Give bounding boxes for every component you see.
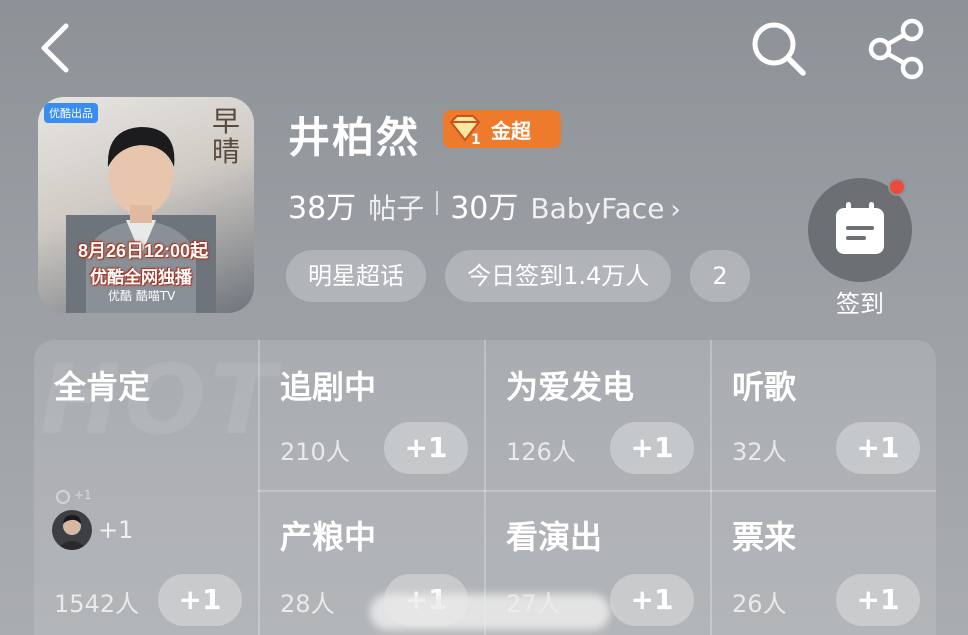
grid-divider bbox=[258, 490, 936, 492]
plus-one-button[interactable]: +1 bbox=[836, 422, 920, 474]
diamond-icon: 1 bbox=[449, 115, 481, 148]
cell-count: 26人 bbox=[732, 590, 787, 618]
cell-count: 126人 bbox=[506, 438, 576, 466]
plus-one-button[interactable]: +1 bbox=[836, 574, 920, 626]
chip-today-checkin[interactable]: 今日签到1.4万人 bbox=[445, 250, 672, 302]
drama-poster[interactable]: 优酷出品 早晴 8月26日12:00起 优酷全网独播 优酷 酷喵TV bbox=[38, 97, 254, 313]
poster-date: 8月26日12:00起 bbox=[78, 241, 209, 261]
poster-tag: 优酷出品 bbox=[44, 103, 98, 123]
chevron-right-icon: › bbox=[670, 195, 681, 225]
cell-title: 为爱发电 bbox=[506, 368, 635, 406]
poster-broadcast: 优酷全网独播 bbox=[90, 268, 192, 287]
plus-one-button[interactable]: +1 bbox=[384, 422, 468, 474]
cell-count: 32人 bbox=[732, 438, 787, 466]
plus-one-button[interactable]: +1 bbox=[610, 574, 694, 626]
checkin-label: 签到 bbox=[836, 290, 884, 318]
grid-divider bbox=[710, 340, 712, 635]
poster-logos: 优酷 酷喵TV bbox=[108, 289, 176, 303]
tiny-circle-icon bbox=[56, 490, 70, 504]
poster-calligraphy: 早晴 bbox=[211, 105, 240, 168]
gold-super-badge[interactable]: 1 金超 bbox=[443, 110, 561, 148]
tiny-plus-label: +1 bbox=[74, 488, 92, 502]
chip-more[interactable]: 2 bbox=[690, 250, 750, 302]
plus-one-button[interactable]: +1 bbox=[610, 422, 694, 474]
stats-row: 38万 帖子 30万 BabyFace › bbox=[288, 183, 681, 226]
back-button[interactable] bbox=[30, 18, 90, 78]
chip-star-super-topic[interactable]: 明星超话 bbox=[286, 250, 426, 302]
grid-divider bbox=[258, 340, 260, 635]
grid-divider bbox=[484, 340, 486, 635]
calendar-icon bbox=[836, 202, 884, 254]
avatar-plus-label: +1 bbox=[98, 516, 134, 544]
cell-title: 追剧中 bbox=[280, 368, 377, 406]
notification-dot bbox=[888, 178, 906, 196]
user-avatar-image bbox=[56, 515, 88, 550]
cell-title: 看演出 bbox=[506, 518, 603, 556]
stats-divider bbox=[436, 191, 439, 215]
cell-title: 产粮中 bbox=[280, 518, 377, 556]
tag-chips: 明星超话 今日签到1.4万人 2 bbox=[286, 250, 786, 302]
featured-plus-button[interactable]: +1 bbox=[158, 574, 242, 626]
share-icon bbox=[868, 18, 924, 80]
search-button[interactable] bbox=[748, 18, 810, 80]
badge-label: 金超 bbox=[491, 118, 531, 143]
share-button[interactable] bbox=[866, 18, 928, 80]
fans-link[interactable]: BabyFace bbox=[530, 192, 664, 225]
search-icon bbox=[752, 22, 806, 76]
cell-title: 票来 bbox=[732, 518, 797, 556]
chevron-left-icon bbox=[41, 23, 69, 73]
top-bar bbox=[0, 0, 968, 100]
fans-count: 30万 bbox=[450, 191, 519, 226]
badge-level: 1 bbox=[471, 132, 481, 148]
cell-title: 听歌 bbox=[732, 368, 797, 406]
checkin-button[interactable] bbox=[808, 178, 912, 282]
cell-count: 210人 bbox=[280, 438, 350, 466]
posts-count: 38万 bbox=[288, 191, 357, 226]
posts-label: 帖子 bbox=[368, 192, 425, 225]
featured-title: 全肯定 bbox=[54, 368, 151, 406]
cell-count: 28人 bbox=[280, 590, 335, 618]
featured-count: 1542人 bbox=[54, 590, 140, 618]
avatar[interactable] bbox=[52, 510, 92, 550]
star-name: 井柏然 bbox=[288, 113, 421, 162]
blurred-toast bbox=[370, 594, 610, 630]
